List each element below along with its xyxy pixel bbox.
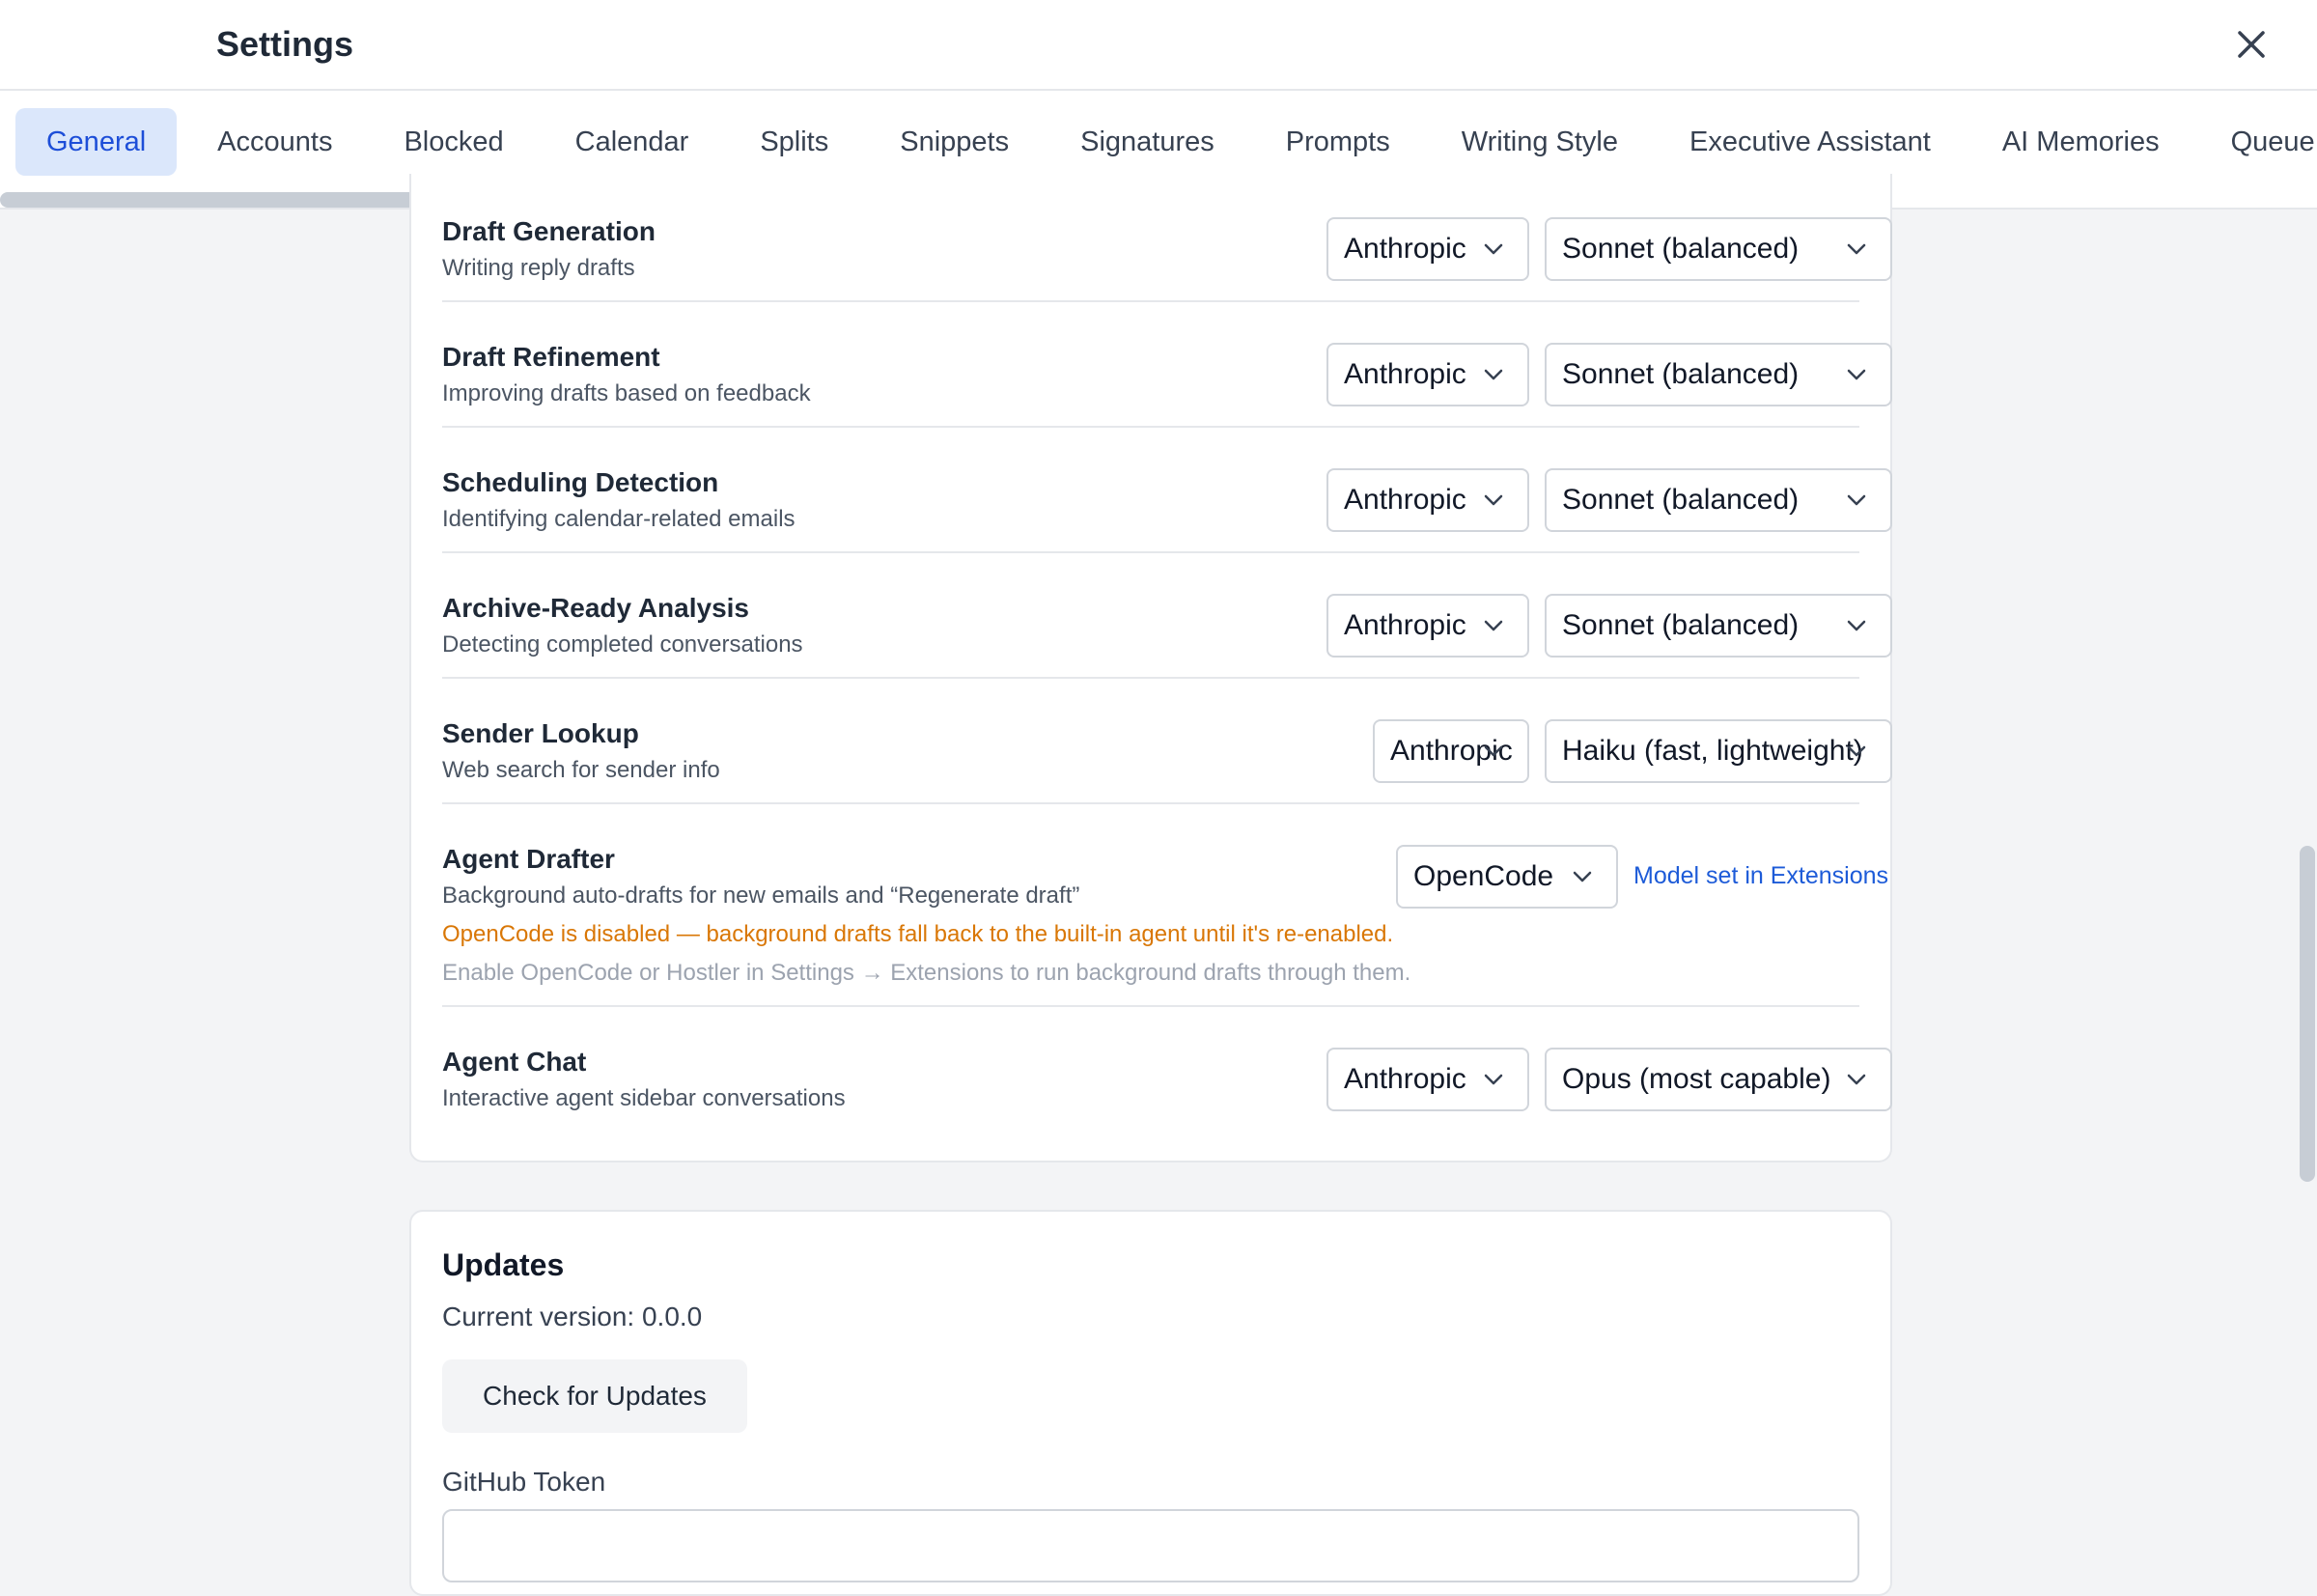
provider-select[interactable]: Anthropic — [1326, 1048, 1529, 1111]
row-title: Archive-Ready Analysis — [442, 593, 749, 623]
chevron-down-icon — [1484, 745, 1503, 757]
chevron-down-icon — [1573, 871, 1592, 882]
row-title: Agent Drafter — [442, 844, 615, 874]
chevron-down-icon — [1847, 494, 1866, 506]
tab-writing-style[interactable]: Writing Style — [1431, 108, 1649, 176]
chevron-down-icon — [1847, 745, 1866, 757]
page-scrollbar[interactable] — [2300, 846, 2315, 1182]
row-title: Sender Lookup — [442, 718, 639, 748]
opencode-disabled-warning: OpenCode is disabled — background drafts… — [442, 921, 1394, 947]
tab-prompts[interactable]: Prompts — [1255, 108, 1421, 176]
row-description: Background auto-drafts for new emails an… — [442, 882, 1080, 909]
setting-row-scheduling-detection: Scheduling Detection Identifying calenda… — [442, 426, 1892, 553]
chevron-down-icon — [1847, 243, 1866, 255]
chevron-down-icon — [1847, 1074, 1866, 1085]
model-select[interactable]: Sonnet (balanced) — [1545, 343, 1892, 406]
chevron-down-icon — [1847, 369, 1866, 380]
row-description: Interactive agent sidebar conversations — [442, 1085, 846, 1111]
ai-models-card: Draft Generation Writing reply drafts An… — [409, 174, 1892, 1162]
provider-value: Anthropic — [1344, 484, 1466, 516]
setting-row-archive-ready-analysis: Archive-Ready Analysis Detecting complet… — [442, 551, 1892, 679]
tab-general[interactable]: General — [15, 108, 178, 176]
model-select[interactable]: Haiku (fast, lightweight) — [1545, 719, 1892, 783]
chevron-down-icon — [1484, 243, 1503, 255]
check-for-updates-button[interactable]: Check for Updates — [442, 1359, 747, 1433]
page-title: Settings — [216, 24, 354, 64]
close-button[interactable] — [2230, 23, 2273, 66]
tab-list: General Accounts Blocked Calendar Splits… — [15, 108, 2317, 176]
tab-blocked[interactable]: Blocked — [373, 108, 534, 176]
tab-ai-memories[interactable]: AI Memories — [1971, 108, 2191, 176]
setting-row-draft-refinement: Draft Refinement Improving drafts based … — [442, 300, 1892, 428]
setting-row-sender-lookup: Sender Lookup Web search for sender info… — [442, 677, 1892, 804]
model-set-in-extensions-link[interactable]: Model set in Extensions — [1633, 862, 1888, 890]
current-version: Current version: 0.0.0 — [442, 1302, 703, 1331]
model-value: Sonnet (balanced) — [1562, 358, 1800, 390]
row-description: Writing reply drafts — [442, 255, 635, 281]
setting-row-agent-chat: Agent Chat Interactive agent sidebar con… — [442, 1005, 1892, 1131]
chevron-down-icon — [1484, 1074, 1503, 1085]
chevron-down-icon — [1847, 620, 1866, 631]
row-description: Detecting completed conversations — [442, 631, 803, 658]
chevron-down-icon — [1484, 369, 1503, 380]
model-select[interactable]: Sonnet (balanced) — [1545, 594, 1892, 658]
row-description: Improving drafts based on feedback — [442, 380, 811, 406]
provider-select[interactable]: Anthropic — [1326, 217, 1529, 281]
model-value: Haiku (fast, lightweight) — [1562, 735, 1863, 767]
tab-signatures[interactable]: Signatures — [1049, 108, 1245, 176]
provider-select[interactable]: Anthropic — [1373, 719, 1529, 783]
setting-row-agent-drafter: Agent Drafter Background auto-drafts for… — [442, 802, 1888, 1007]
tab-queue[interactable]: Queue — [2200, 108, 2317, 176]
settings-header: Settings — [0, 0, 2317, 91]
row-description: Identifying calendar-related emails — [442, 506, 796, 532]
tab-snippets[interactable]: Snippets — [869, 108, 1040, 176]
model-select[interactable]: Sonnet (balanced) — [1545, 217, 1892, 281]
provider-select[interactable]: Anthropic — [1326, 343, 1529, 406]
row-title: Draft Generation — [442, 216, 656, 246]
updates-title: Updates — [442, 1247, 565, 1282]
model-value: Sonnet (balanced) — [1562, 484, 1800, 516]
provider-value: Anthropic — [1344, 358, 1466, 390]
provider-value: Anthropic — [1344, 609, 1466, 641]
row-title: Scheduling Detection — [442, 467, 719, 497]
row-title: Agent Chat — [442, 1047, 587, 1077]
tab-calendar[interactable]: Calendar — [544, 108, 720, 176]
setting-row-draft-generation: Draft Generation Writing reply drafts An… — [442, 174, 1892, 302]
model-value: Sonnet (balanced) — [1562, 609, 1800, 641]
provider-select[interactable]: Anthropic — [1326, 468, 1529, 532]
provider-select[interactable]: Anthropic — [1326, 594, 1529, 658]
tab-accounts[interactable]: Accounts — [186, 108, 363, 176]
agent-provider-select[interactable]: OpenCode — [1396, 845, 1618, 909]
model-select[interactable]: Sonnet (balanced) — [1545, 468, 1892, 532]
model-select[interactable]: Opus (most capable) — [1545, 1048, 1892, 1111]
provider-value: OpenCode — [1413, 860, 1554, 892]
model-value: Opus (most capable) — [1562, 1063, 1831, 1095]
chevron-down-icon — [1484, 494, 1503, 506]
tab-executive-assistant[interactable]: Executive Assistant — [1659, 108, 1962, 176]
model-value: Sonnet (balanced) — [1562, 233, 1800, 265]
extensions-hint: Enable OpenCode or Hostler in Settings →… — [442, 960, 1411, 986]
provider-value: Anthropic — [1344, 1063, 1466, 1095]
row-description: Web search for sender info — [442, 757, 720, 783]
row-title: Draft Refinement — [442, 342, 660, 372]
github-token-input[interactable] — [442, 1509, 1859, 1582]
close-icon — [2238, 31, 2265, 58]
updates-card: Updates Current version: 0.0.0 Check for… — [409, 1210, 1892, 1596]
tab-splits[interactable]: Splits — [729, 108, 859, 176]
chevron-down-icon — [1484, 620, 1503, 631]
github-token-label: GitHub Token — [442, 1467, 606, 1497]
provider-value: Anthropic — [1344, 233, 1466, 265]
